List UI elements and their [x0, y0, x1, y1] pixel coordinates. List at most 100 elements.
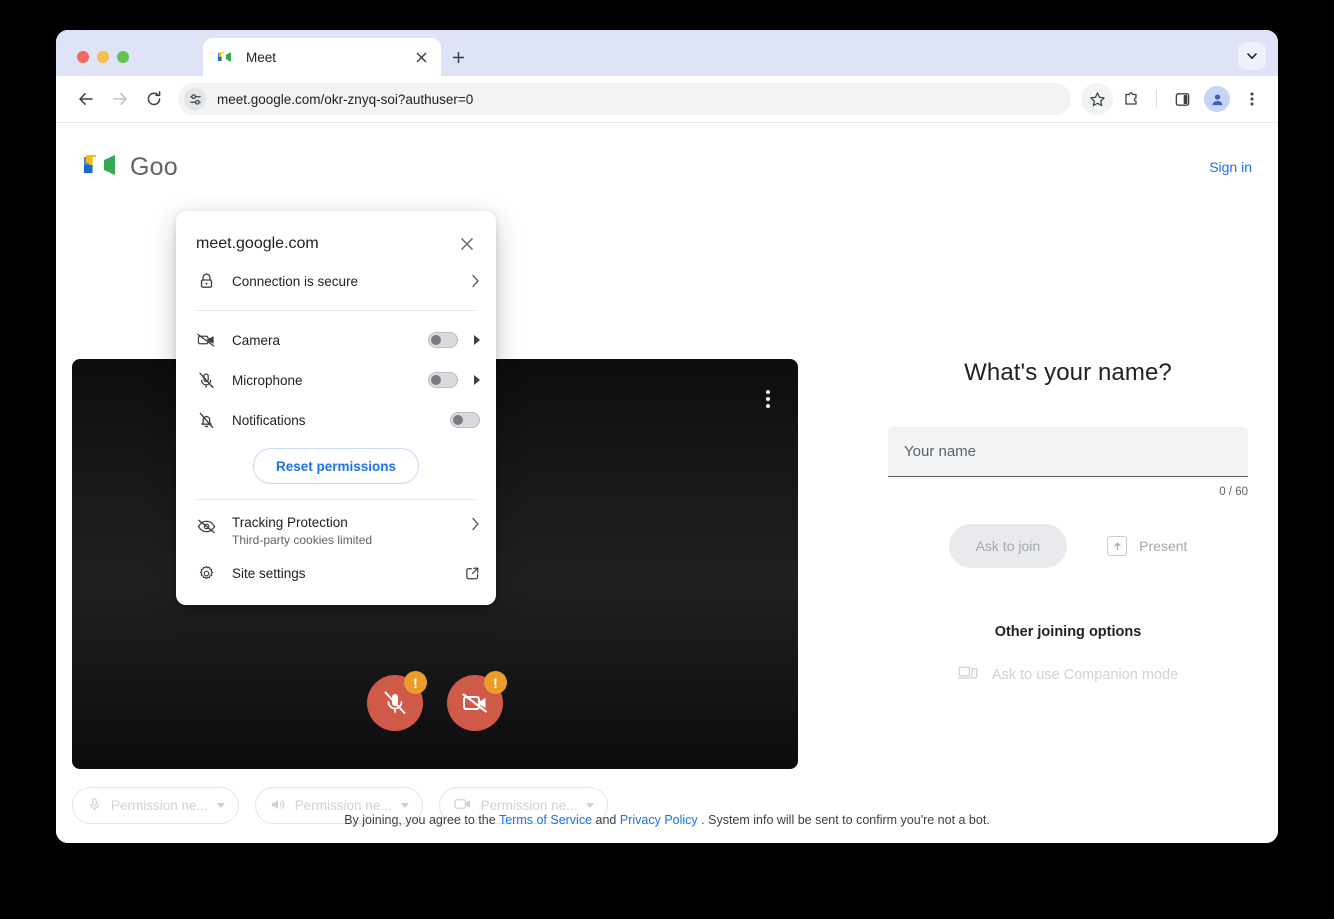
companion-device-icon [957, 665, 978, 685]
site-settings-row[interactable]: Site settings [176, 553, 496, 593]
footer-and: and [595, 813, 617, 827]
present-arrow-icon [1107, 536, 1128, 556]
open-in-new-icon [465, 566, 480, 581]
mic-warning-badge: ! [404, 671, 427, 694]
speaker-icon [270, 797, 286, 815]
browser-toolbar: meet.google.com/okr-znyq-soi?authuser=0 [56, 76, 1278, 123]
present-label: Present [1139, 538, 1188, 554]
profile-avatar[interactable] [1204, 86, 1230, 112]
mic-icon [87, 797, 102, 815]
name-input-placeholder: Your name [904, 443, 976, 460]
tracking-protection-row[interactable]: Tracking Protection Third-party cookies … [176, 509, 496, 553]
footer-pre: By joining, you agree to the [344, 813, 496, 827]
bubble-title: meet.google.com [196, 235, 319, 252]
gear-icon [196, 563, 216, 583]
pill-label: Permission ne... [480, 798, 578, 813]
mic-off-icon [196, 370, 216, 390]
bubble-header: meet.google.com [176, 227, 496, 261]
present-button[interactable]: Present [1107, 536, 1187, 556]
side-panel-icon[interactable] [1166, 83, 1198, 115]
expand-triangle-icon[interactable] [474, 335, 480, 345]
reset-permissions-button[interactable]: Reset permissions [252, 448, 420, 484]
google-meet-favicon-icon [217, 49, 233, 65]
bubble-divider [196, 499, 476, 500]
join-panel: What's your name? Your name 0 / 60 Ask t… [888, 359, 1248, 685]
tab-close-icon[interactable] [411, 47, 431, 67]
forward-arrow-icon[interactable] [104, 83, 136, 115]
companion-label: Ask to use Companion mode [991, 667, 1179, 683]
preview-more-options-kebab-icon[interactable] [756, 387, 780, 411]
expand-triangle-icon[interactable] [474, 375, 480, 385]
eye-off-icon [196, 516, 216, 536]
camera-off-icon [196, 330, 216, 350]
join-heading: What's your name? [964, 359, 1172, 386]
chevron-right-icon [471, 517, 480, 531]
camera-warning-badge: ! [484, 671, 507, 694]
connection-secure-row[interactable]: Connection is secure [176, 261, 496, 301]
pill-label: Permission ne... [294, 798, 392, 813]
google-meet-logo-icon [82, 149, 120, 186]
permission-label: Notifications [232, 412, 306, 428]
permission-row-notifications[interactable]: Notifications [176, 400, 496, 440]
name-input[interactable]: Your name [888, 427, 1248, 477]
ask-to-join-button[interactable]: Ask to join [948, 524, 1068, 568]
pill-label: Permission ne... [111, 798, 208, 813]
extensions-puzzle-icon[interactable] [1115, 83, 1147, 115]
tab-title: Meet [246, 49, 277, 65]
permission-row-camera[interactable]: Camera [176, 320, 496, 360]
reset-permissions-row: Reset permissions [176, 440, 496, 490]
browser-window: Meet meet.google.com/okr-znyq-soi?authus… [56, 30, 1278, 843]
site-settings-label: Site settings [232, 565, 306, 581]
permission-label: Camera [232, 332, 281, 348]
page-content: Goo Sign in ! ! Permission ne... Permiss… [56, 123, 1278, 843]
lock-icon [196, 271, 216, 291]
tracking-protection-label: Tracking Protection [232, 515, 348, 530]
address-bar-url: meet.google.com/okr-znyq-soi?authuser=0 [217, 91, 474, 107]
companion-mode-option[interactable]: Ask to use Companion mode [888, 665, 1248, 685]
permission-label: Microphone [232, 372, 303, 388]
legal-footer: By joining, you agree to the Terms of Se… [56, 813, 1278, 827]
close-icon[interactable] [454, 231, 480, 257]
notifications-permission-toggle[interactable] [450, 412, 480, 428]
camera-icon [453, 797, 472, 814]
meet-header: Goo Sign in [56, 139, 1278, 195]
back-arrow-icon[interactable] [70, 83, 102, 115]
browser-menu-kebab-icon[interactable] [1236, 83, 1268, 115]
join-actions: Ask to join Present [888, 524, 1248, 568]
tab-search-chevron-down-icon[interactable] [1238, 42, 1266, 70]
chevron-down-icon[interactable] [216, 803, 225, 808]
chevron-down-icon[interactable] [586, 803, 595, 808]
chevron-down-icon[interactable] [400, 803, 409, 808]
site-information-bubble: meet.google.com Connection is secure Cam… [176, 211, 496, 605]
star-icon[interactable] [1081, 83, 1113, 115]
tab-strip: Meet [56, 30, 1278, 76]
reload-icon[interactable] [138, 83, 170, 115]
tracking-protection-sublabel: Third-party cookies limited [232, 533, 373, 547]
new-tab-button[interactable] [445, 44, 471, 70]
bubble-divider [196, 310, 476, 311]
tab-meet[interactable]: Meet [203, 38, 441, 76]
name-char-counter: 0 / 60 [1219, 486, 1248, 498]
site-settings-tune-icon[interactable] [184, 88, 206, 110]
mic-off-button[interactable]: ! [367, 671, 427, 731]
toolbar-right-actions [1081, 83, 1268, 115]
connection-secure-label: Connection is secure [232, 273, 359, 289]
microphone-permission-toggle[interactable] [428, 372, 458, 388]
minimize-window-button[interactable] [97, 51, 109, 63]
maximize-window-button[interactable] [117, 51, 129, 63]
camera-permission-toggle[interactable] [428, 332, 458, 348]
permission-row-microphone[interactable]: Microphone [176, 360, 496, 400]
toolbar-divider [1156, 90, 1157, 108]
close-window-button[interactable] [77, 51, 89, 63]
address-bar[interactable]: meet.google.com/okr-znyq-soi?authuser=0 [178, 83, 1071, 115]
window-traffic-lights [77, 51, 129, 63]
preview-action-buttons: ! ! [72, 671, 798, 731]
camera-off-button[interactable]: ! [447, 671, 507, 731]
privacy-policy-link[interactable]: Privacy Policy [620, 813, 698, 827]
google-meet-logo: Goo [82, 149, 178, 186]
google-meet-wordmark: Goo [130, 152, 178, 181]
terms-of-service-link[interactable]: Terms of Service [499, 813, 592, 827]
other-joining-options-title: Other joining options [994, 624, 1142, 640]
sign-in-link[interactable]: Sign in [1209, 159, 1252, 175]
chevron-right-icon [471, 274, 480, 288]
